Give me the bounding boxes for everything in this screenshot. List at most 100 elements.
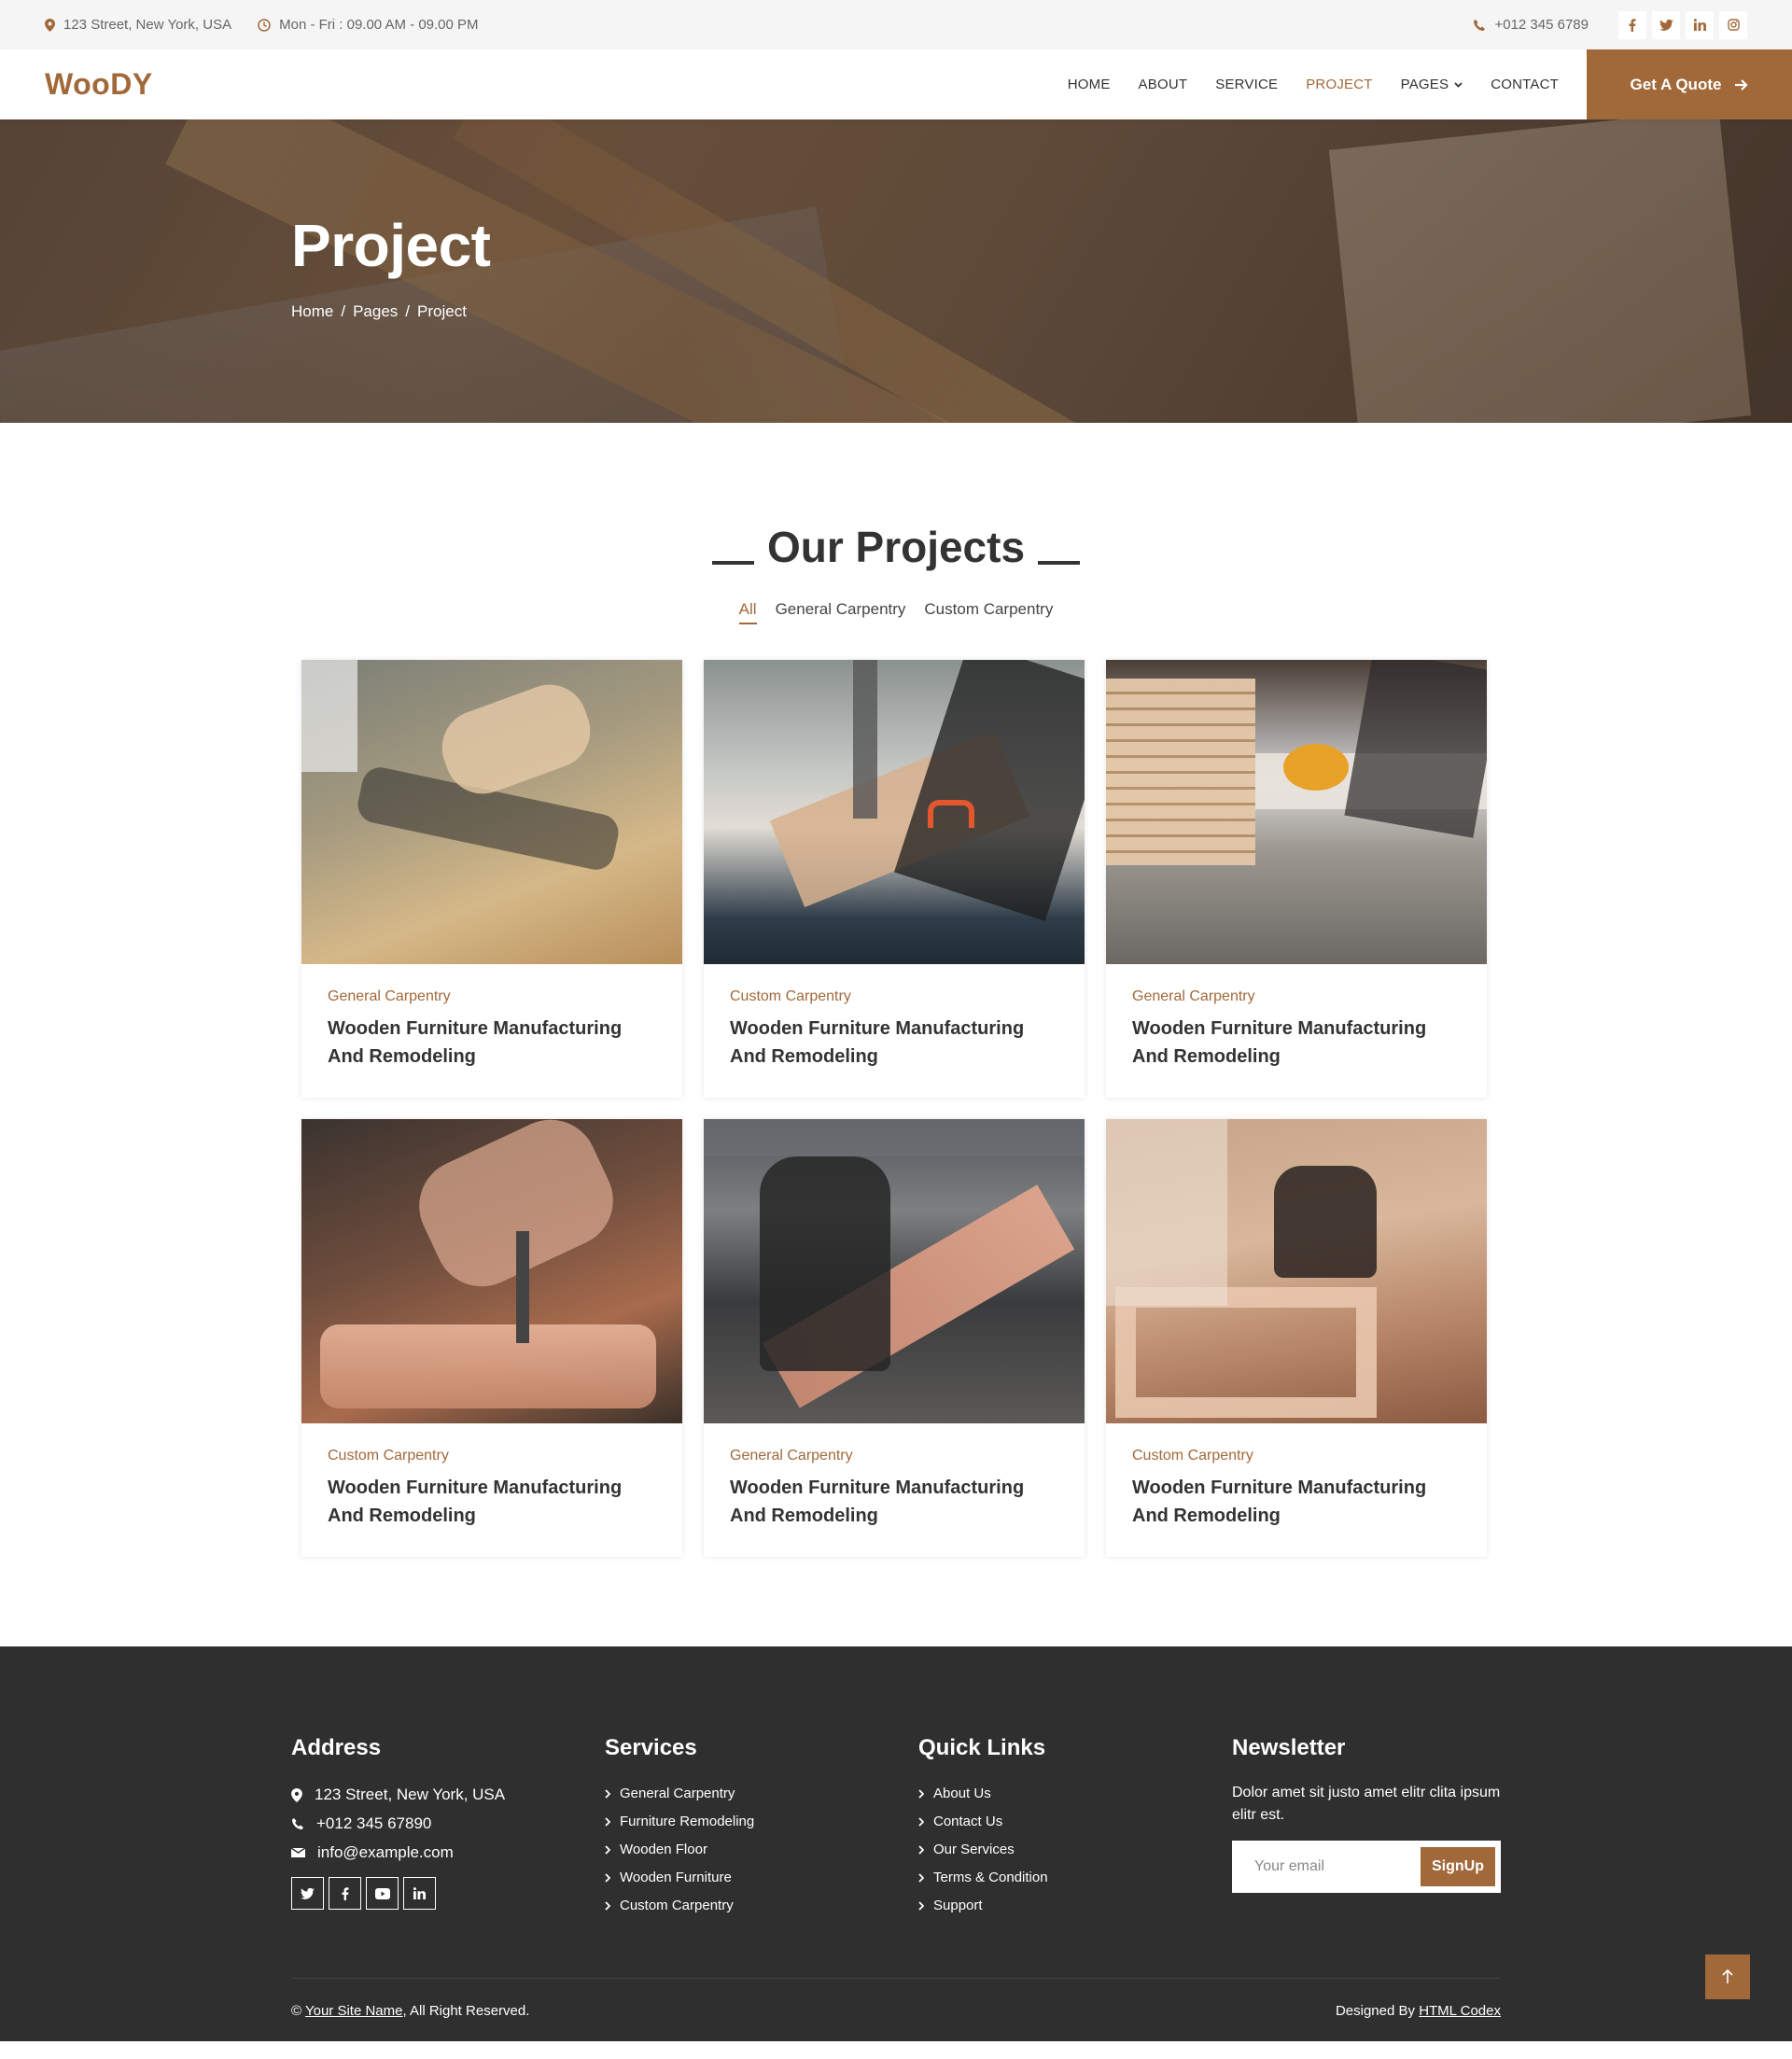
projects-section: Our Projects All General Carpentry Custo… bbox=[0, 423, 1792, 1646]
footer-quick-link[interactable]: Terms & Condition bbox=[918, 1870, 1232, 1885]
facebook-icon[interactable] bbox=[329, 1877, 361, 1910]
footer-quick-link[interactable]: Support bbox=[918, 1898, 1232, 1913]
designed-by-text: Designed By bbox=[1335, 2003, 1416, 2019]
newsletter-email-input[interactable] bbox=[1254, 1858, 1413, 1875]
chevron-right-icon bbox=[605, 1844, 610, 1855]
footer-service-link[interactable]: Furniture Remodeling bbox=[605, 1814, 918, 1829]
chevron-down-icon bbox=[1454, 81, 1463, 88]
chevron-right-icon bbox=[918, 1788, 924, 1799]
project-category: General Carpentry bbox=[730, 1448, 853, 1464]
footer-service-link[interactable]: Custom Carpentry bbox=[605, 1898, 918, 1913]
project-category: Custom Carpentry bbox=[730, 988, 851, 1004]
twitter-icon[interactable] bbox=[1652, 10, 1680, 39]
top-hours-text: Mon - Fri : 09.00 AM - 09.00 PM bbox=[279, 17, 479, 33]
footer-service-link[interactable]: Wooden Furniture bbox=[605, 1870, 918, 1885]
footer-street-text: 123 Street, New York, USA bbox=[315, 1786, 506, 1803]
linkedin-icon[interactable] bbox=[1686, 10, 1714, 39]
project-card[interactable]: Custom Carpentry Wooden Furniture Manufa… bbox=[301, 1119, 682, 1557]
top-address-text: 123 Street, New York, USA bbox=[63, 17, 232, 33]
nav-project[interactable]: PROJECT bbox=[1306, 77, 1372, 92]
nav-about[interactable]: ABOUT bbox=[1139, 77, 1188, 92]
filter-general-carpentry[interactable]: General Carpentry bbox=[776, 600, 906, 624]
chevron-right-icon bbox=[918, 1816, 924, 1827]
footer-address: Address 123 Street, New York, USA +012 3… bbox=[291, 1735, 605, 1926]
breadcrumb-home[interactable]: Home bbox=[291, 302, 333, 321]
filter-custom-carpentry[interactable]: Custom Carpentry bbox=[924, 600, 1053, 624]
footer-service-link[interactable]: General Carpentry bbox=[605, 1786, 918, 1801]
project-card[interactable]: Custom Carpentry Wooden Furniture Manufa… bbox=[704, 660, 1085, 1098]
footer-quick-link-label: Our Services bbox=[933, 1842, 1015, 1857]
project-category: General Carpentry bbox=[328, 988, 451, 1004]
footer-quick-link-label: About Us bbox=[933, 1786, 991, 1801]
project-image bbox=[704, 660, 1085, 964]
footer-service-label: Wooden Floor bbox=[620, 1842, 707, 1857]
project-title[interactable]: Wooden Furniture Manufacturing And Remod… bbox=[328, 1474, 656, 1530]
envelope-icon bbox=[291, 1847, 305, 1857]
project-image bbox=[301, 660, 682, 964]
project-card[interactable]: General Carpentry Wooden Furniture Manuf… bbox=[704, 1119, 1085, 1557]
nav-contact[interactable]: CONTACT bbox=[1491, 77, 1559, 92]
footer-address-heading: Address bbox=[291, 1735, 382, 1760]
project-title[interactable]: Wooden Furniture Manufacturing And Remod… bbox=[730, 1474, 1058, 1530]
project-card[interactable]: Custom Carpentry Wooden Furniture Manufa… bbox=[1106, 1119, 1487, 1557]
project-title[interactable]: Wooden Furniture Manufacturing And Remod… bbox=[730, 1015, 1058, 1071]
footer-quick-link[interactable]: Contact Us bbox=[918, 1814, 1232, 1829]
nav-pages[interactable]: PAGES bbox=[1401, 77, 1463, 92]
arrow-right-icon bbox=[1735, 78, 1749, 91]
project-card-body: General Carpentry Wooden Furniture Manuf… bbox=[301, 964, 682, 1098]
navbar: WooDY HOME ABOUT SERVICE PROJECT PAGES C… bbox=[0, 49, 1792, 119]
nav-home[interactable]: HOME bbox=[1068, 77, 1111, 92]
project-card-body: Custom Carpentry Wooden Furniture Manufa… bbox=[301, 1423, 682, 1557]
nav-right: HOME ABOUT SERVICE PROJECT PAGES CONTACT… bbox=[1040, 49, 1792, 119]
copyright: © Your Site Name, All Right Reserved. bbox=[291, 2003, 529, 2019]
footer-quick-link[interactable]: Our Services bbox=[918, 1842, 1232, 1857]
designer-link[interactable]: HTML Codex bbox=[1419, 2003, 1501, 2019]
footer-quick-link[interactable]: About Us bbox=[918, 1786, 1232, 1801]
youtube-icon[interactable] bbox=[366, 1877, 399, 1910]
twitter-icon[interactable] bbox=[291, 1877, 324, 1910]
project-card[interactable]: General Carpentry Wooden Furniture Manuf… bbox=[301, 660, 682, 1098]
breadcrumb-pages[interactable]: Pages bbox=[353, 302, 398, 321]
newsletter-text: Dolor amet sit justo amet elitr clita ip… bbox=[1232, 1785, 1501, 1823]
section-title: Our Projects bbox=[0, 516, 1792, 572]
phone-icon bbox=[1474, 19, 1486, 31]
project-card-body: Custom Carpentry Wooden Furniture Manufa… bbox=[704, 964, 1085, 1098]
project-category: General Carpentry bbox=[1132, 988, 1255, 1004]
signup-button[interactable]: SignUp bbox=[1421, 1847, 1495, 1886]
chevron-right-icon bbox=[918, 1872, 924, 1883]
project-title[interactable]: Wooden Furniture Manufacturing And Remod… bbox=[328, 1015, 656, 1071]
site-name-link[interactable]: Your Site Name bbox=[305, 2003, 403, 2019]
linkedin-icon[interactable] bbox=[403, 1877, 436, 1910]
nav-service[interactable]: SERVICE bbox=[1215, 77, 1278, 92]
arrow-up-icon bbox=[1722, 1969, 1733, 1983]
footer-email-text[interactable]: info@example.com bbox=[317, 1843, 454, 1862]
footer-phone: +012 345 67890 bbox=[291, 1814, 605, 1833]
instagram-icon[interactable] bbox=[1719, 10, 1747, 39]
facebook-icon[interactable] bbox=[1618, 10, 1646, 39]
map-marker-icon bbox=[45, 18, 55, 32]
brand-logo[interactable]: WooDY bbox=[45, 67, 153, 102]
footer-services: Services General Carpentry Furniture Rem… bbox=[605, 1735, 918, 1926]
project-card-body: General Carpentry Wooden Furniture Manuf… bbox=[704, 1423, 1085, 1557]
footer-quick-links: Quick Links About Us Contact Us Our Serv… bbox=[918, 1735, 1232, 1926]
project-filters: All General Carpentry Custom Carpentry bbox=[0, 600, 1792, 624]
footer-quick-link-label: Contact Us bbox=[933, 1814, 1003, 1829]
project-image bbox=[704, 1119, 1085, 1423]
project-title[interactable]: Wooden Furniture Manufacturing And Remod… bbox=[1132, 1015, 1461, 1071]
get-quote-button[interactable]: Get A Quote bbox=[1587, 49, 1792, 119]
top-phone: +012 345 6789 bbox=[1473, 17, 1589, 33]
filter-all[interactable]: All bbox=[738, 600, 757, 624]
project-card[interactable]: General Carpentry Wooden Furniture Manuf… bbox=[1106, 660, 1487, 1098]
project-category: Custom Carpentry bbox=[328, 1448, 449, 1464]
footer-phone-text: +012 345 67890 bbox=[316, 1814, 432, 1832]
footer-service-label: Custom Carpentry bbox=[620, 1898, 734, 1913]
main-menu: HOME ABOUT SERVICE PROJECT PAGES CONTACT bbox=[1040, 77, 1559, 92]
project-title[interactable]: Wooden Furniture Manufacturing And Remod… bbox=[1132, 1474, 1461, 1530]
back-to-top-button[interactable] bbox=[1705, 1954, 1750, 1999]
footer-quick-link-label: Terms & Condition bbox=[933, 1870, 1048, 1885]
nav-pages-label: PAGES bbox=[1400, 77, 1449, 92]
chevron-right-icon bbox=[605, 1900, 610, 1911]
title-bar-right bbox=[1038, 561, 1081, 565]
breadcrumb: Home / Pages / Project bbox=[291, 302, 490, 321]
footer-service-link[interactable]: Wooden Floor bbox=[605, 1842, 918, 1857]
